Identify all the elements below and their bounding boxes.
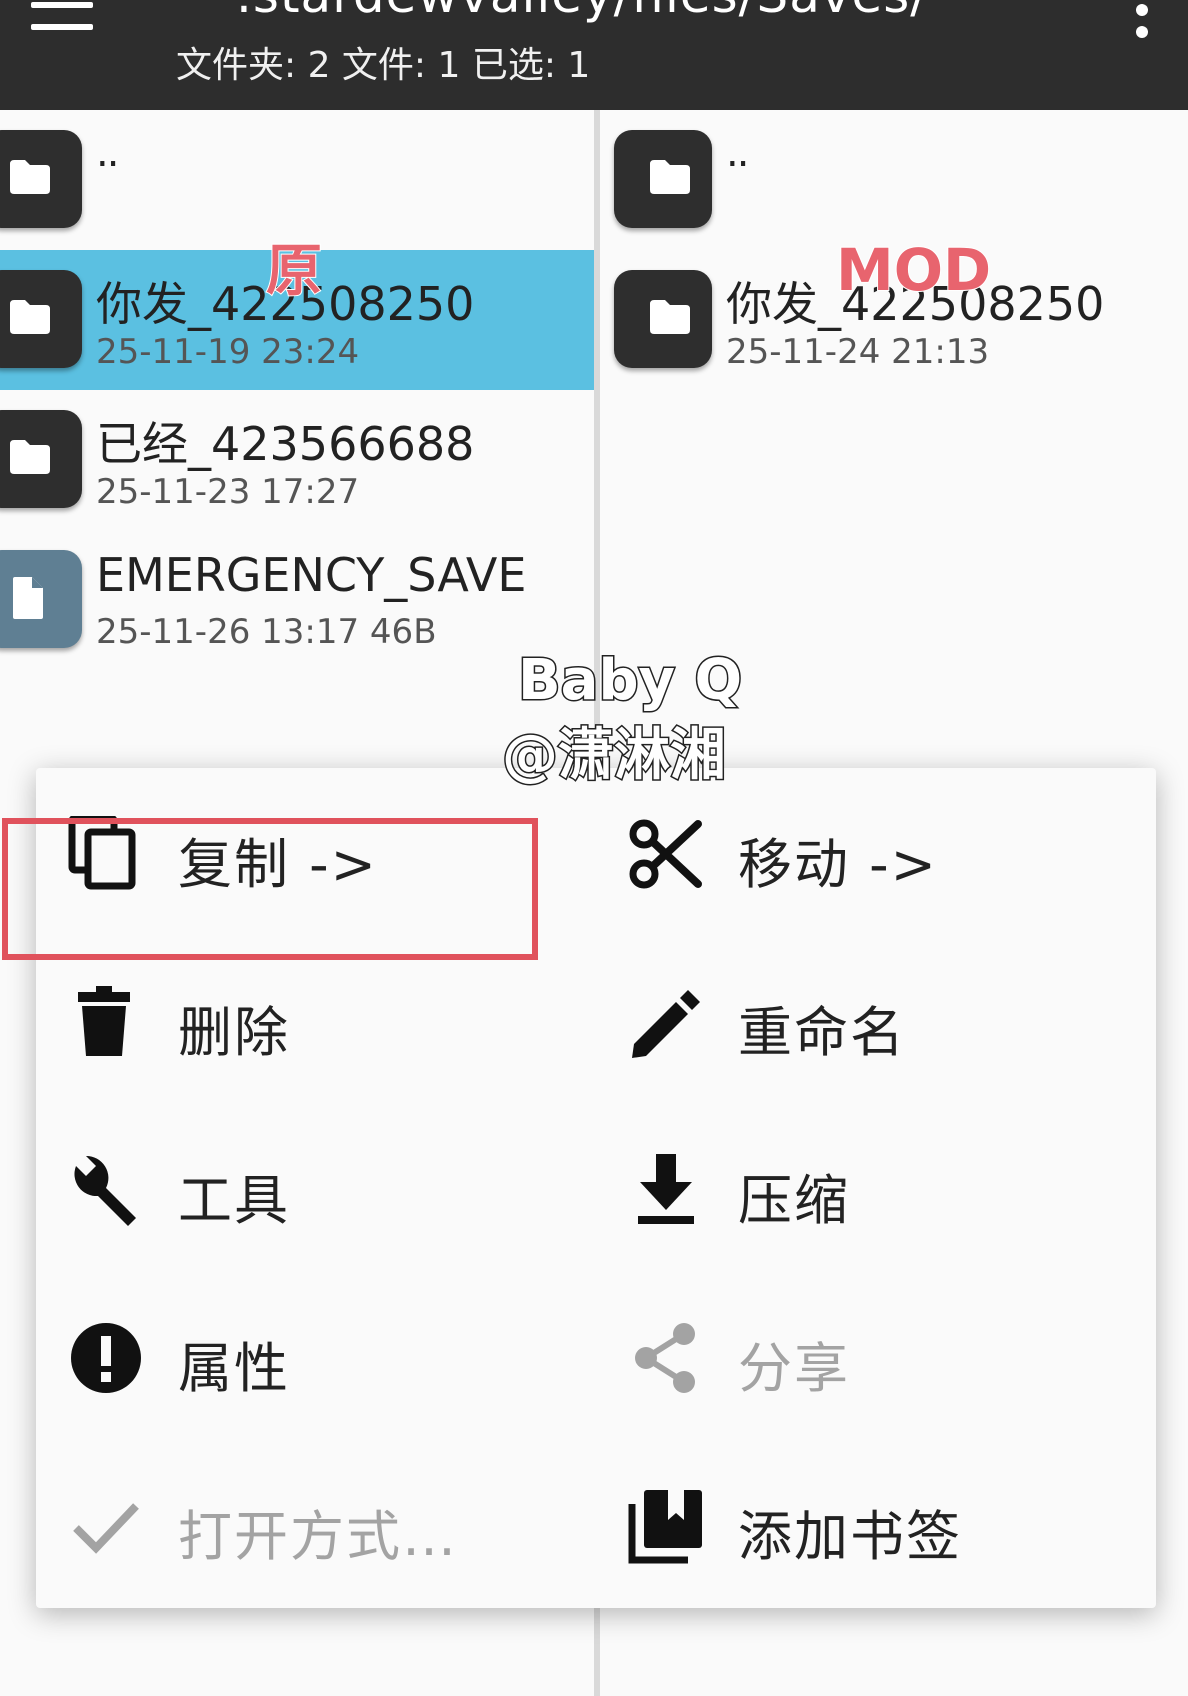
rename-button[interactable]: 重命名 (596, 936, 1136, 1104)
annotation-mod-label: MOD (835, 235, 992, 305)
parent-dir-row[interactable]: .. (600, 110, 1188, 250)
open-with-button[interactable]: 打开方式… (36, 1440, 576, 1608)
share-icon (635, 1323, 695, 1393)
open-with-label: 打开方式… (178, 1505, 458, 1568)
file-date: 25-11-19 23:24 (96, 332, 360, 372)
delete-label: 删除 (178, 1001, 290, 1064)
file-name: 已经_423566688 (96, 417, 475, 471)
folder-icon (614, 130, 712, 228)
more-vert-icon[interactable] (1126, 0, 1158, 48)
properties-label: 属性 (178, 1337, 290, 1400)
parent-dir-label: .. (726, 130, 749, 176)
file-date: 25-11-23 17:27 (96, 472, 360, 512)
bookmarks-icon (628, 1490, 702, 1564)
file-date: 25-11-24 21:13 (726, 332, 990, 372)
folder-icon (0, 410, 82, 508)
move-button[interactable]: 移动 -> (596, 768, 1136, 936)
file-name: EMERGENCY_SAVE (96, 548, 527, 602)
pencil-icon (632, 990, 700, 1058)
file-date-size: 25-11-26 13:17 46B (96, 612, 437, 652)
file-row[interactable]: EMERGENCY_SAVE 25-11-26 13:17 46B (0, 530, 594, 670)
current-path-title: .stardewvalley/files/Saves/ (236, 0, 928, 24)
watermark-line1: Baby Q (516, 647, 743, 715)
hamburger-menu-icon[interactable] (26, 0, 98, 40)
selection-stats: 文件夹: 2 文件: 1 已选: 1 (176, 45, 591, 86)
wrench-icon (74, 1155, 136, 1226)
download-icon (638, 1154, 694, 1224)
delete-button[interactable]: 删除 (36, 936, 576, 1104)
move-label: 移动 -> (738, 833, 938, 896)
parent-dir-label: .. (96, 130, 119, 176)
share-label: 分享 (738, 1337, 850, 1400)
file-row[interactable]: 已经_423566688 25-11-23 17:27 (0, 390, 594, 530)
tools-button[interactable]: 工具 (36, 1104, 576, 1272)
tools-label: 工具 (178, 1169, 290, 1232)
add-bookmark-label: 添加书签 (738, 1505, 962, 1568)
app-header: .stardewvalley/files/Saves/ 文件夹: 2 文件: 1… (0, 0, 1188, 110)
file-icon (0, 550, 82, 648)
trash-icon (78, 986, 130, 1056)
folder-icon (0, 130, 82, 228)
compress-button[interactable]: 压缩 (596, 1104, 1136, 1272)
compress-label: 压缩 (738, 1169, 850, 1232)
rename-label: 重命名 (738, 1001, 906, 1064)
checkmark-icon (73, 1503, 139, 1554)
annotation-highlight-box (2, 818, 538, 960)
properties-button[interactable]: 属性 (36, 1272, 576, 1440)
annotation-original-label: 原 (265, 238, 323, 305)
share-button[interactable]: 分享 (596, 1272, 1136, 1440)
scissors-icon (629, 819, 702, 889)
add-bookmark-button[interactable]: 添加书签 (596, 1440, 1136, 1608)
watermark-line2: @潇淋湘 (501, 722, 728, 790)
folder-icon (0, 270, 82, 368)
folder-icon (614, 270, 712, 368)
info-alert-icon (71, 1323, 141, 1393)
